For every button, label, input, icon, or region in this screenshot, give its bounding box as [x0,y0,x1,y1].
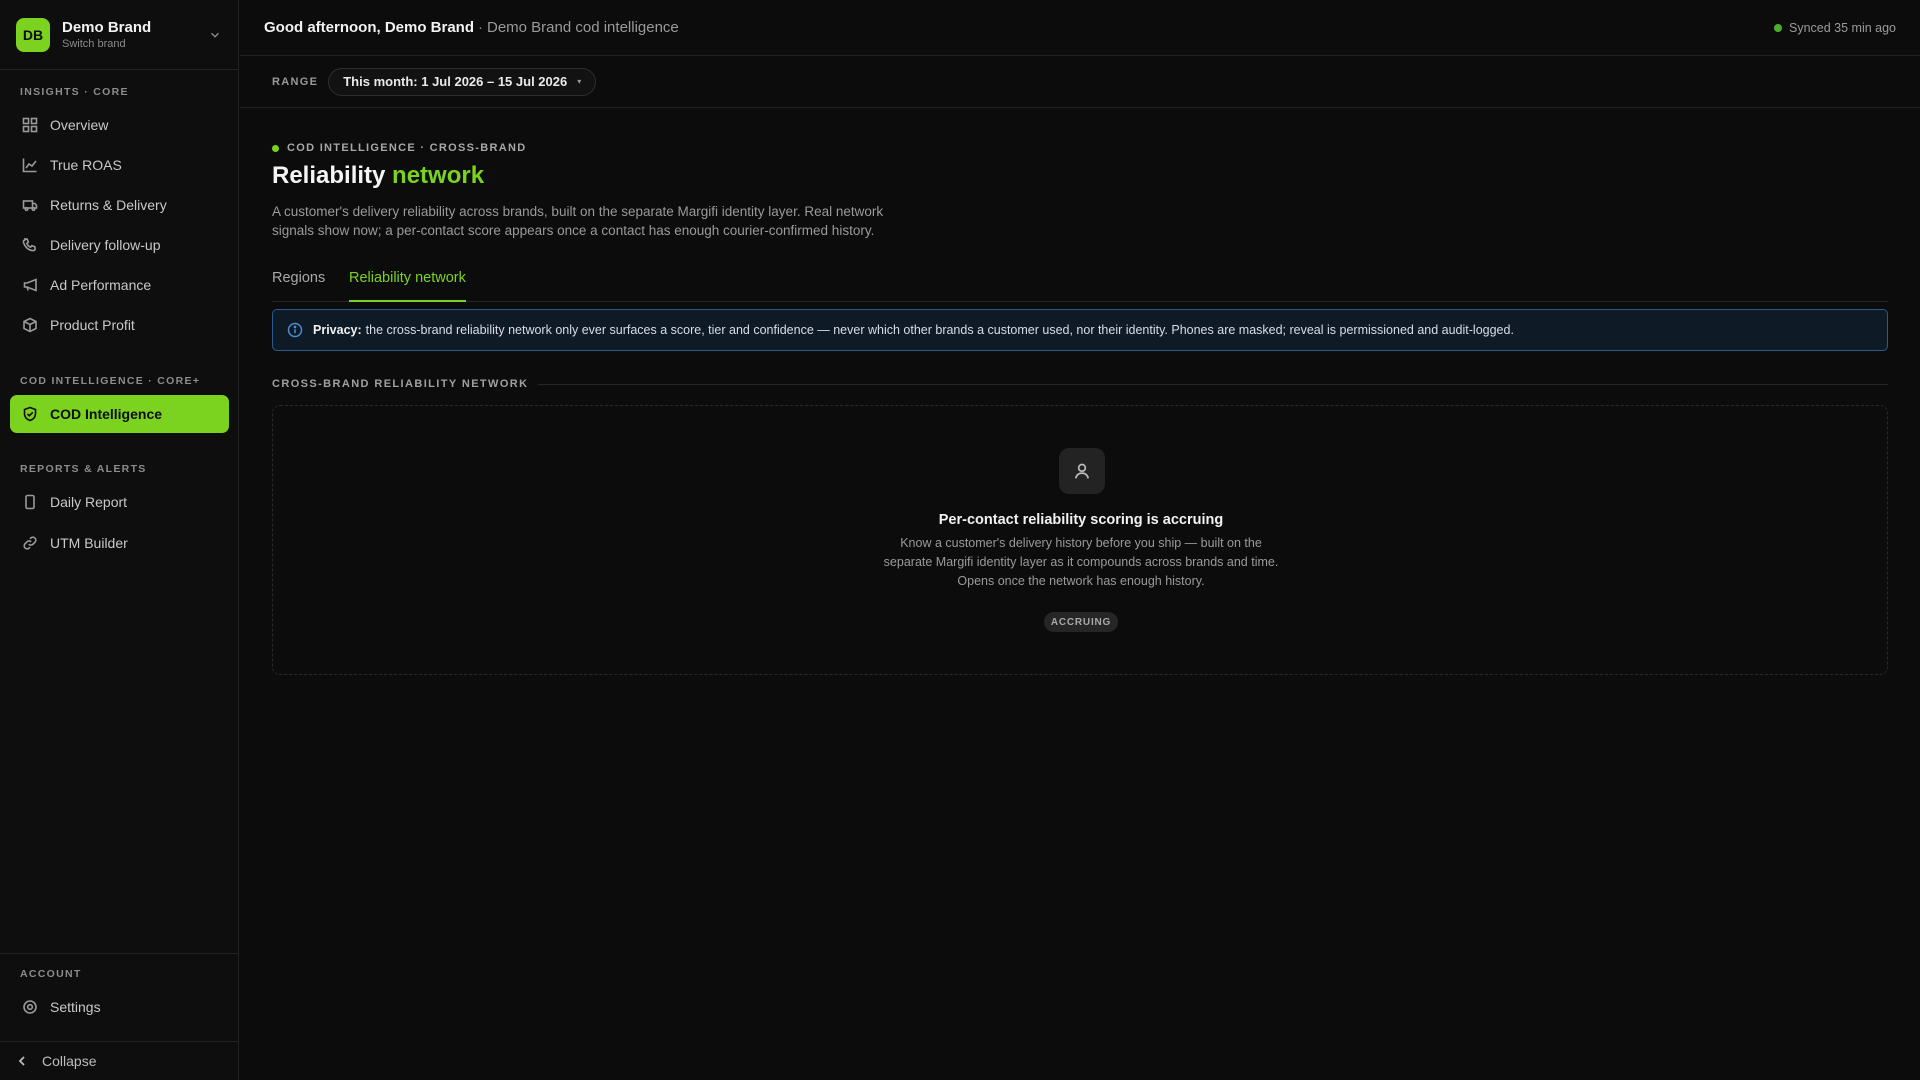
greeting-separator: · [478,19,483,36]
sidebar-item-returns-delivery[interactable]: Returns & Delivery [10,186,229,224]
collapse-label: Collapse [42,1053,97,1069]
sidebar-item-label: Product Profit [50,317,135,333]
sync-status: Synced 35 min ago [1773,20,1896,35]
range-bar: RANGE This month: 1 Jul 2026 – 15 Jul 20… [240,56,1920,108]
mobile-icon [25,494,35,510]
sidebar-item-label: Daily Report [50,494,128,510]
brand-switcher[interactable]: DB Demo Brand Switch brand [0,0,238,70]
sidebar-item-label: Overview [50,117,109,133]
tab-reliability-network[interactable]: Reliability network [349,270,466,302]
range-label: RANGE [272,75,319,88]
nav-section-cod-intelligence: COD INTELLIGENCE · CORE+ [20,375,201,387]
info-icon [287,322,303,338]
caret-down-icon: ▾ [577,77,582,86]
grid-icon [22,117,38,133]
empty-state-description: Know a customer's delivery history befor… [883,536,1279,588]
brand-switch-label: Switch brand [62,38,126,50]
sidebar-item-product-profit[interactable]: Product Profit [10,306,229,344]
brand-avatar: DB [16,17,50,52]
section-rule [538,383,1888,385]
eyebrow-text: COD INTELLIGENCE · CROSS-BRAND [287,142,527,154]
sidebar-item-daily-report[interactable]: Daily Report [10,483,229,521]
sidebar-item-label: COD Intelligence [50,406,163,422]
user-icon [1074,463,1090,479]
sidebar-item-label: Settings [50,999,101,1015]
megaphone-icon [23,278,37,292]
sidebar: DB Demo Brand Switch brand INSIGHTS · CO… [0,0,239,1080]
sidebar-divider [0,953,239,954]
brand-text: Demo Brand Switch brand [62,19,208,50]
sidebar-item-true-roas[interactable]: True ROAS [10,146,229,184]
page-title-accent: network [392,162,485,189]
sidebar-item-label: Delivery follow-up [50,237,161,253]
sync-status-text: Synced 35 min ago [1788,20,1896,35]
date-range-value: This month: 1 Jul 2026 – 15 Jul 2026 [343,74,568,89]
package-icon [23,317,37,333]
page-context: Demo Brand cod intelligence [487,19,679,36]
sidebar-item-settings[interactable]: Settings [10,988,229,1026]
brand-name: Demo Brand [62,19,152,36]
privacy-notice: Privacy: the cross-brand reliability net… [272,309,1888,351]
link-icon [23,536,37,550]
nav-section-account: ACCOUNT [20,968,82,980]
truck-icon [22,200,38,212]
line-chart-icon [22,158,37,173]
sidebar-item-overview[interactable]: Overview [10,106,229,144]
sidebar-item-label: True ROAS [50,157,122,173]
page-eyebrow: COD INTELLIGENCE · CROSS-BRAND [272,142,526,154]
sidebar-item-cod-intelligence[interactable]: COD Intelligence [10,395,229,433]
nav-section-reports-alerts: REPORTS & ALERTS [20,463,147,475]
empty-state-title: Per-contact reliability scoring is accru… [938,512,1224,528]
sidebar-item-label: Returns & Delivery [50,197,167,213]
privacy-text: the cross-brand reliability network only… [365,323,1514,337]
privacy-label: Privacy: [313,323,362,337]
top-bar: Good afternoon, Demo Brand · Demo Brand … [240,0,1920,56]
settings-icon [23,1000,37,1014]
sidebar-item-label: UTM Builder [50,535,128,551]
chevron-left-icon [18,1056,25,1066]
sidebar-item-utm-builder[interactable]: UTM Builder [10,524,229,562]
nav-section-insights: INSIGHTS · CORE [20,86,129,98]
sync-status-dot [1773,23,1782,32]
status-badge: ACCRUING [1044,612,1118,632]
shield-check-icon [23,406,37,422]
collapse-sidebar-button[interactable]: Collapse [0,1042,239,1080]
greeting: Good afternoon, Demo Brand [264,19,474,36]
eyebrow-dot [272,144,279,152]
page-title-main: Reliability [272,162,386,189]
section-header: CROSS-BRAND RELIABILITY NETWORK [272,378,1888,390]
page-title: Reliability network [272,162,484,190]
phone-icon [22,237,37,252]
tab-bar: Regions Reliability network [272,258,1888,302]
tab-regions[interactable]: Regions [272,270,325,302]
chevron-down-icon [211,32,219,38]
sidebar-item-label: Ad Performance [50,277,152,293]
empty-state-icon-box [1059,448,1105,494]
date-range-select[interactable]: This month: 1 Jul 2026 – 15 Jul 2026 ▾ [328,67,597,96]
empty-state-card: Per-contact reliability scoring is accru… [272,405,1888,675]
sidebar-item-delivery-follow-up[interactable]: Delivery follow-up [10,226,229,264]
page-description: A customer's delivery reliability across… [272,204,884,238]
section-title: CROSS-BRAND RELIABILITY NETWORK [272,378,529,390]
sidebar-item-ad-performance[interactable]: Ad Performance [10,266,229,304]
